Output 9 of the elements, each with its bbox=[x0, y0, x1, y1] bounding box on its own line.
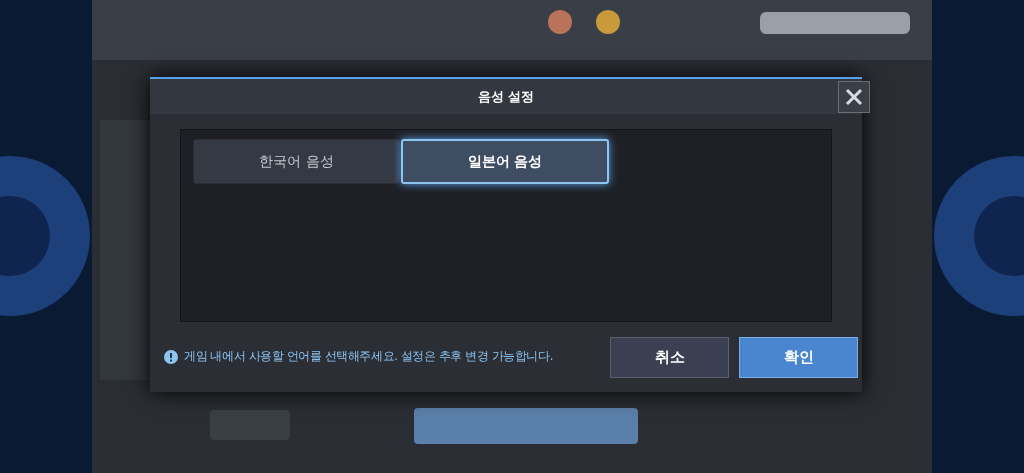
cancel-button[interactable]: 취소 bbox=[610, 336, 729, 378]
language-tab[interactable]: 일본어 음성 bbox=[401, 139, 609, 184]
language-tab[interactable]: 한국어 음성 bbox=[193, 139, 400, 184]
close-button[interactable] bbox=[838, 81, 870, 113]
confirm-button[interactable]: 확인 bbox=[739, 336, 858, 378]
close-icon bbox=[845, 88, 863, 106]
notice-text: 게임 내에서 사용할 언어를 선택해주세요. 설정은 추후 변경 가능합니다. bbox=[184, 348, 553, 366]
info-icon bbox=[164, 350, 178, 364]
dialog-title: 음성 설정 bbox=[477, 87, 535, 106]
